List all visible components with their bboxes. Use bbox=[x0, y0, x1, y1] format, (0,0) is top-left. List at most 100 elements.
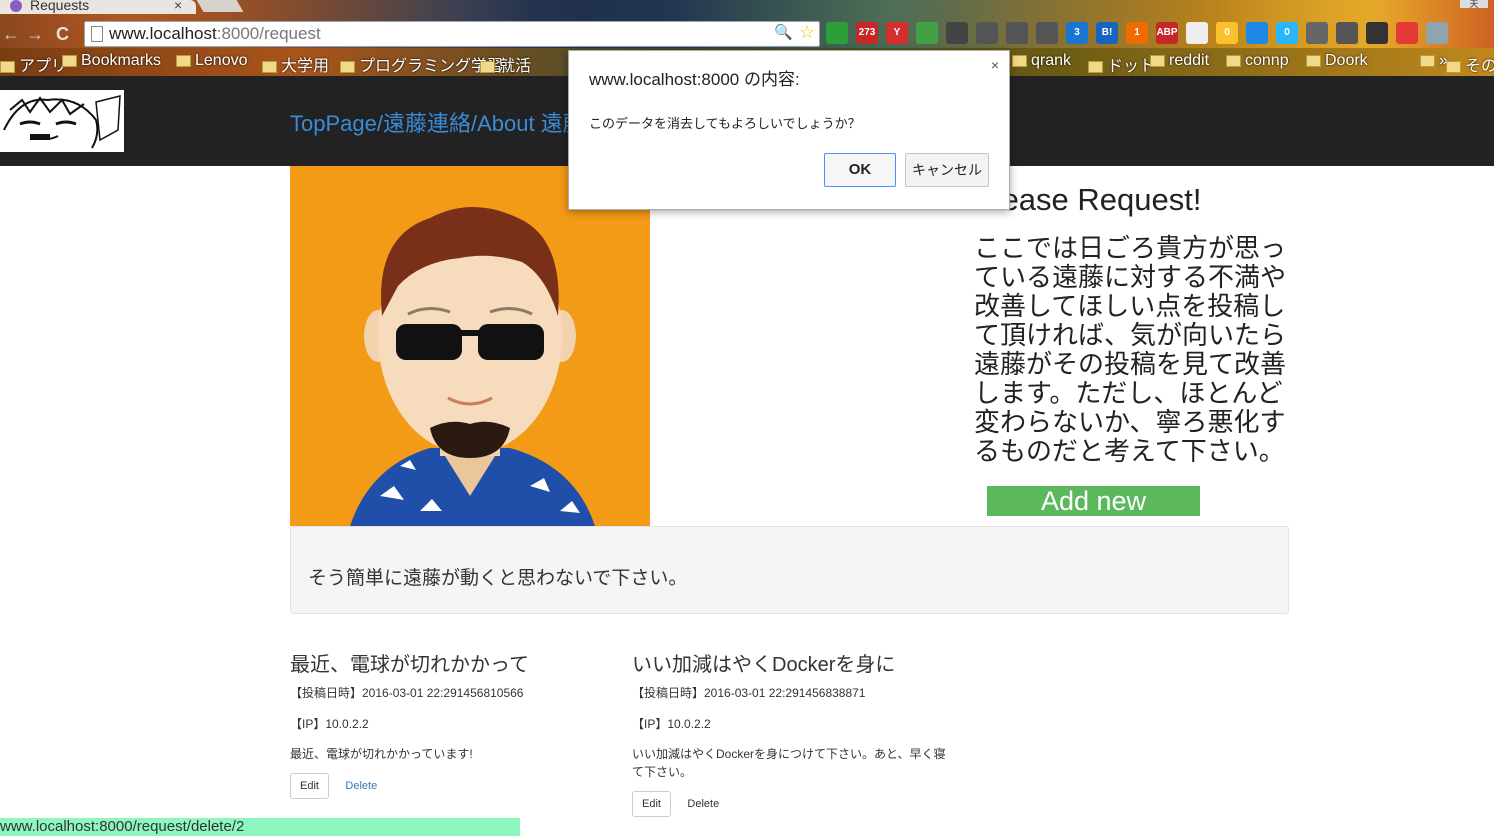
folder-icon bbox=[0, 60, 15, 73]
extension-icon[interactable]: Y bbox=[886, 22, 908, 44]
extension-icon[interactable]: 3 bbox=[1066, 22, 1088, 44]
bookmark-label: Doork bbox=[1325, 52, 1368, 69]
bookmark-item[interactable]: ドット bbox=[1088, 52, 1155, 76]
bookmark-item[interactable]: reddit bbox=[1150, 52, 1209, 70]
bookmark-item[interactable]: その他 bbox=[1446, 52, 1494, 76]
folder-icon bbox=[1088, 60, 1103, 73]
bookmark-star-icon[interactable]: ☆ bbox=[799, 22, 815, 43]
request-ip: 【IP】10.0.2.2 bbox=[290, 717, 369, 731]
extension-icon[interactable]: 273 bbox=[856, 22, 878, 44]
bookmark-item[interactable]: connp bbox=[1226, 52, 1289, 70]
request-body: いい加減はやくDockerを身につけて下さい。あと、早く寝て下さい。 bbox=[632, 747, 946, 779]
edit-button[interactable]: Edit bbox=[632, 791, 671, 817]
back-icon[interactable]: ← bbox=[2, 24, 20, 45]
extension-icon[interactable] bbox=[1036, 22, 1058, 44]
dialog-title: www.localhost:8000 の内容: bbox=[589, 70, 800, 89]
extension-icons: 273 Y 3 B! 1 ABP 0 0 bbox=[826, 22, 1448, 46]
folder-icon bbox=[480, 60, 495, 73]
extension-icon[interactable]: ABP bbox=[1156, 22, 1178, 44]
delete-link[interactable]: Delete bbox=[687, 798, 719, 810]
bookmark-label: 大学用 bbox=[281, 58, 330, 75]
folder-icon bbox=[62, 54, 77, 67]
site-nav[interactable]: TopPage/遠藤連絡/About 遠藤 bbox=[290, 106, 580, 138]
bookmark-label: reddit bbox=[1169, 52, 1210, 69]
folder-icon bbox=[340, 60, 355, 73]
window-profile-label: 天 bbox=[1460, 0, 1488, 9]
extension-icon[interactable] bbox=[976, 22, 998, 44]
bookmark-item[interactable]: 就活 bbox=[480, 52, 531, 76]
bookmark-item[interactable]: Doork bbox=[1306, 52, 1368, 70]
request-body: 最近、電球が切れかかっています! bbox=[290, 747, 473, 761]
request-card: 最近、電球が切れかかって 【投稿日時】2016-03-01 22:2914568… bbox=[290, 648, 610, 799]
dialog-close-icon[interactable]: × bbox=[991, 57, 999, 73]
bookmark-item[interactable]: アプリ bbox=[0, 52, 67, 76]
extension-icon[interactable] bbox=[1336, 22, 1358, 44]
folder-icon bbox=[1306, 54, 1321, 67]
extension-icon[interactable] bbox=[1246, 22, 1268, 44]
bookmark-item[interactable]: プログラミング学習 bbox=[340, 52, 503, 76]
bookmark-item[interactable]: 大学用 bbox=[262, 52, 329, 76]
extension-icon[interactable]: 0 bbox=[1216, 22, 1238, 44]
page-icon bbox=[91, 26, 103, 42]
avatar-illustration bbox=[290, 166, 650, 526]
status-bar-url: www.localhost:8000/request/delete/2 bbox=[0, 818, 520, 836]
extension-icon[interactable]: B! bbox=[1096, 22, 1118, 44]
extension-icon[interactable] bbox=[826, 22, 848, 44]
new-tab-button[interactable] bbox=[196, 0, 244, 12]
cancel-button[interactable]: キャンセル bbox=[905, 153, 989, 187]
dialog-message: このデータを消去してもよろしいでしょうか？ bbox=[589, 116, 861, 131]
add-request-button[interactable]: Add new Request bbox=[987, 486, 1200, 546]
bookmark-item[interactable]: qrank bbox=[1012, 52, 1071, 70]
request-ip: 【IP】10.0.2.2 bbox=[632, 717, 711, 731]
extension-icon[interactable] bbox=[1006, 22, 1028, 44]
bookmark-label: ドット bbox=[1107, 58, 1156, 75]
request-title: いい加減はやくDockerを身に bbox=[632, 654, 896, 676]
extension-icon[interactable] bbox=[916, 22, 938, 44]
favicon-icon bbox=[10, 0, 22, 12]
bookmark-label: Bookmarks bbox=[81, 52, 162, 69]
site-logo[interactable] bbox=[0, 90, 124, 152]
extension-icon[interactable] bbox=[1396, 22, 1418, 44]
bookmark-item[interactable]: » bbox=[1420, 52, 1448, 70]
folder-icon bbox=[1012, 54, 1027, 67]
folder-icon bbox=[176, 54, 191, 67]
folder-icon bbox=[262, 60, 277, 73]
extension-icon[interactable] bbox=[1426, 22, 1448, 44]
bookmark-label: 就活 bbox=[499, 58, 532, 75]
address-url[interactable]: www.localhost:8000/request bbox=[109, 24, 321, 44]
ok-button[interactable]: OK bbox=[824, 153, 896, 187]
request-posted-at: 【投稿日時】2016-03-01 22:291456838871 bbox=[632, 686, 866, 700]
extension-icon[interactable] bbox=[1186, 22, 1208, 44]
zoom-icon[interactable]: 🔍 bbox=[774, 23, 793, 41]
extension-icon[interactable] bbox=[946, 22, 968, 44]
request-card: いい加減はやくDockerを身に 【投稿日時】2016-03-01 22:291… bbox=[632, 648, 952, 817]
extension-icon[interactable]: 0 bbox=[1276, 22, 1298, 44]
edit-button[interactable]: Edit bbox=[290, 773, 329, 799]
tab-close-icon[interactable]: × bbox=[174, 0, 182, 13]
request-title: 最近、電球が切れかかって bbox=[290, 654, 529, 676]
notice-text: そう簡単に遠藤が動くと思わないで下さい。 bbox=[308, 568, 688, 589]
reload-icon[interactable]: C bbox=[56, 24, 69, 45]
forward-icon[interactable]: → bbox=[26, 24, 44, 45]
extension-icon[interactable] bbox=[1366, 22, 1388, 44]
confirm-dialog: www.localhost:8000 の内容: × このデータを消去してもよろし… bbox=[568, 50, 1010, 210]
tab-title: Requests bbox=[30, 0, 90, 13]
browser-tab[interactable]: Requests × bbox=[0, 0, 196, 14]
folder-icon bbox=[1150, 54, 1165, 67]
extension-icon[interactable] bbox=[1306, 22, 1328, 44]
address-bar[interactable]: www.localhost:8000/request 🔍 ☆ bbox=[84, 21, 820, 47]
bookmark-item[interactable]: Bookmarks bbox=[62, 52, 161, 70]
notice-well: そう簡単に遠藤が動くと思わないで下さい。 bbox=[290, 526, 1289, 614]
bookmark-label: Lenovo bbox=[195, 52, 248, 69]
hero-description: ここでは日ごろ貴方が思っている遠藤に対する不満や改善してほしい点を投稿して頂けれ… bbox=[974, 233, 1287, 466]
folder-icon bbox=[1420, 54, 1435, 67]
bookmark-label: アプリ bbox=[19, 58, 68, 75]
bookmark-item[interactable]: Lenovo bbox=[176, 52, 248, 70]
bookmark-label: その他 bbox=[1465, 58, 1494, 75]
extension-icon[interactable]: 1 bbox=[1126, 22, 1148, 44]
bookmark-label: qrank bbox=[1031, 52, 1072, 69]
bookmark-label: connp bbox=[1245, 52, 1289, 69]
delete-link[interactable]: Delete bbox=[345, 780, 377, 792]
request-posted-at: 【投稿日時】2016-03-01 22:291456810566 bbox=[290, 686, 524, 700]
folder-icon bbox=[1226, 54, 1241, 67]
